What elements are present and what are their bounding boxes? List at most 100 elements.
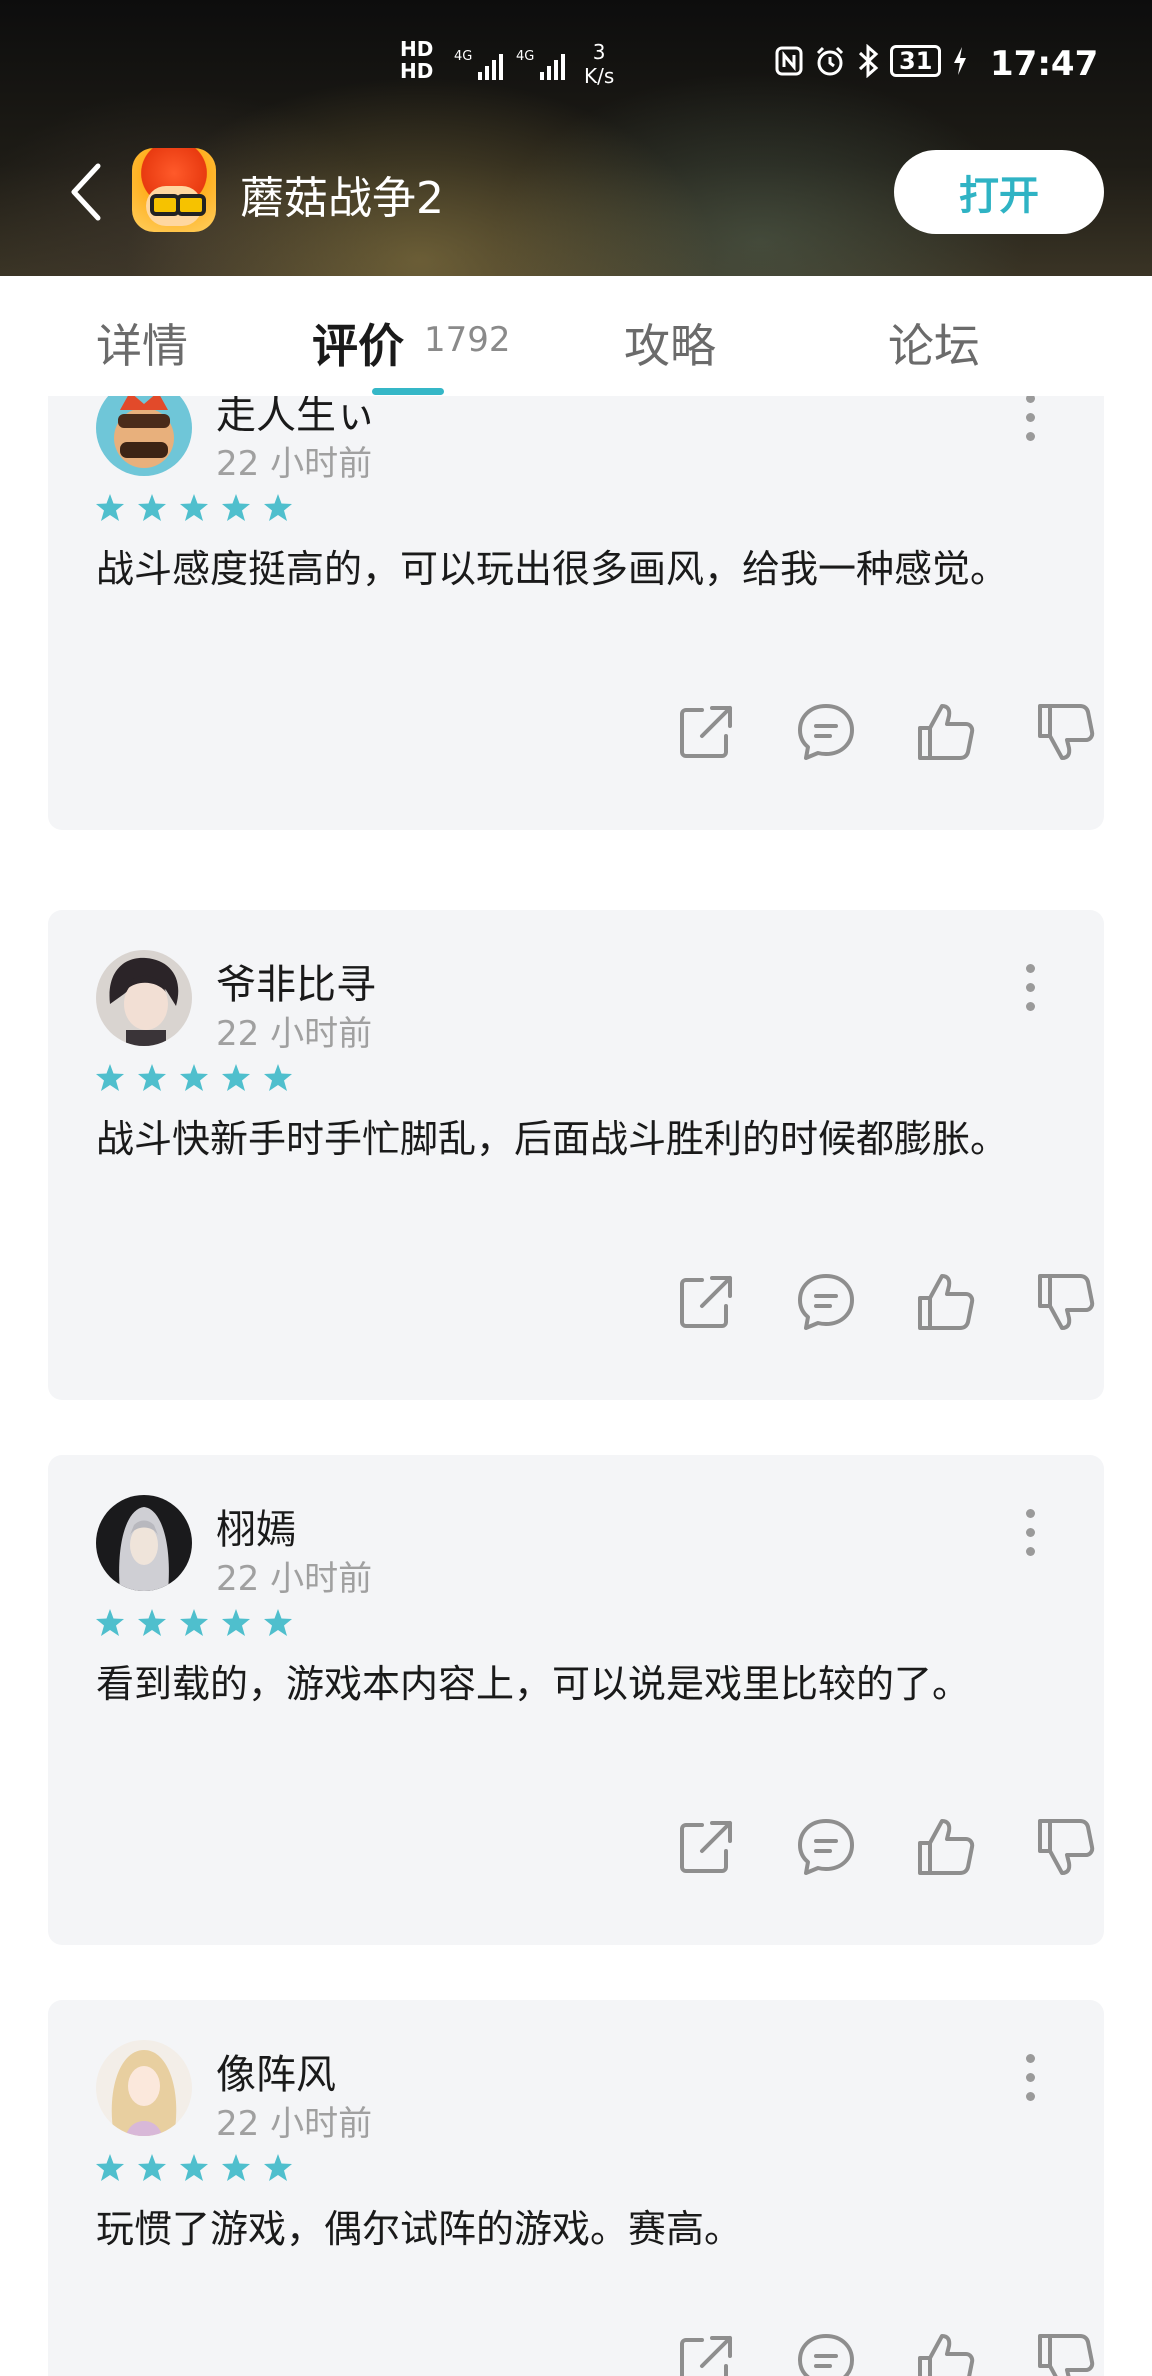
- hd-label-2: HD: [400, 59, 434, 83]
- review-time: 22 小时前: [216, 444, 373, 484]
- review-card: 爷非比寻 22 小时前 战斗快新手时手忙脚乱，后面战斗胜利的时候都膨胀。: [48, 910, 1104, 1400]
- more-vertical-icon[interactable]: [1020, 396, 1040, 454]
- network-hd-indicator: HD HD: [400, 38, 433, 82]
- more-vertical-icon[interactable]: [1020, 2054, 1040, 2114]
- thumbs-down-icon[interactable]: [1034, 1270, 1098, 1334]
- star-icon: [180, 1064, 208, 1091]
- app-icon: [132, 148, 216, 232]
- star-icon: [264, 1609, 292, 1636]
- hd-label-1: HD: [400, 37, 434, 61]
- speed-value: 3: [592, 40, 606, 64]
- star-rating: [96, 1609, 292, 1636]
- nfc-icon: [775, 46, 803, 76]
- star-icon: [138, 2154, 166, 2181]
- star-icon: [180, 494, 208, 521]
- comment-icon[interactable]: [794, 700, 858, 764]
- app-bar: 蘑菇战争2 打开: [0, 140, 1152, 240]
- review-count: 1792: [424, 320, 511, 360]
- thumbs-down-icon[interactable]: [1034, 2330, 1098, 2376]
- tab-details[interactable]: 详情: [96, 310, 188, 376]
- review-text: 看到载的，游戏本内容上，可以说是戏里比较的了。: [96, 1662, 971, 1706]
- review-card: 走人生ぃ 22 小时前 战斗感度挺高的，可以玩出很多画风，给我一种感觉。: [48, 396, 1104, 830]
- alarm-icon: [816, 46, 844, 76]
- star-icon: [222, 2154, 250, 2181]
- review-text: 战斗快新手时手忙脚乱，后面战斗胜利的时候都膨胀。: [96, 1117, 1009, 1161]
- review-time: 22 小时前: [216, 2104, 373, 2144]
- review-actions: [628, 700, 1098, 770]
- review-list[interactable]: 走人生ぃ 22 小时前 战斗感度挺高的，可以玩出很多画风，给我一种感觉。 爷非比…: [0, 396, 1152, 2376]
- share-icon[interactable]: [674, 1270, 738, 1334]
- status-icons: 31: [774, 44, 969, 78]
- star-icon: [180, 1609, 208, 1636]
- review-text: 战斗感度挺高的，可以玩出很多画风，给我一种感觉。: [96, 547, 1009, 591]
- speed-unit: K/s: [584, 64, 615, 88]
- app-header: HD HD 4G 4G 3 K/s 31 17:47 蘑菇战争2 打开: [0, 0, 1152, 276]
- review-actions: [628, 2330, 1098, 2376]
- comment-icon[interactable]: [794, 1815, 858, 1879]
- thumbs-up-icon[interactable]: [914, 1815, 978, 1879]
- star-rating: [96, 494, 292, 521]
- status-bar: HD HD 4G 4G 3 K/s 31 17:47: [0, 0, 1152, 130]
- star-icon: [180, 2154, 208, 2181]
- review-card: 像阵风 22 小时前 玩惯了游戏，偶尔试阵的游戏。赛高。: [48, 2000, 1104, 2376]
- star-icon: [138, 1064, 166, 1091]
- clock: 17:47: [990, 44, 1099, 84]
- avatar[interactable]: [96, 2040, 192, 2136]
- star-icon: [138, 494, 166, 521]
- more-vertical-icon[interactable]: [1020, 1509, 1040, 1569]
- username[interactable]: 像阵风: [216, 2042, 336, 2100]
- review-time: 22 小时前: [216, 1559, 373, 1599]
- signal-1-label: 4G: [454, 49, 472, 64]
- thumbs-down-icon[interactable]: [1034, 1815, 1098, 1879]
- thumbs-up-icon[interactable]: [914, 1270, 978, 1334]
- star-rating: [96, 2154, 292, 2181]
- avatar[interactable]: [96, 396, 192, 476]
- thumbs-down-icon[interactable]: [1034, 700, 1098, 764]
- signal-1-icon: 4G: [454, 46, 514, 86]
- thumbs-up-icon[interactable]: [914, 700, 978, 764]
- review-card: 栩嫣 22 小时前 看到载的，游戏本内容上，可以说是戏里比较的了。: [48, 1455, 1104, 1945]
- star-rating: [96, 1064, 292, 1091]
- star-icon: [96, 1064, 124, 1091]
- star-icon: [264, 2154, 292, 2181]
- star-icon: [96, 1609, 124, 1636]
- username[interactable]: 走人生ぃ: [216, 396, 376, 440]
- avatar[interactable]: [96, 1495, 192, 1591]
- active-tab-indicator: [372, 388, 444, 395]
- back-chevron-icon[interactable]: [66, 162, 106, 222]
- network-speed: 3 K/s: [584, 40, 614, 88]
- more-vertical-icon[interactable]: [1020, 964, 1040, 1024]
- review-time: 22 小时前: [216, 1014, 373, 1054]
- tab-guides[interactable]: 攻略: [624, 310, 716, 376]
- username[interactable]: 栩嫣: [216, 1497, 296, 1555]
- share-icon[interactable]: [674, 2330, 738, 2376]
- star-icon: [222, 494, 250, 521]
- review-actions: [628, 1815, 1098, 1885]
- share-icon[interactable]: [674, 1815, 738, 1879]
- star-icon: [138, 1609, 166, 1636]
- comment-icon[interactable]: [794, 2330, 858, 2376]
- star-icon: [264, 1064, 292, 1091]
- thumbs-up-icon[interactable]: [914, 2330, 978, 2376]
- open-button[interactable]: 打开: [894, 150, 1104, 234]
- review-actions: [628, 1270, 1098, 1340]
- signal-2-label: 4G: [516, 49, 534, 64]
- star-icon: [264, 494, 292, 521]
- star-icon: [222, 1064, 250, 1091]
- star-icon: [96, 2154, 124, 2181]
- username[interactable]: 爷非比寻: [216, 952, 376, 1010]
- battery-indicator: 31: [890, 45, 942, 77]
- star-icon: [96, 494, 124, 521]
- share-icon[interactable]: [674, 700, 738, 764]
- charging-icon: [954, 47, 967, 75]
- signal-2-icon: 4G: [516, 46, 576, 86]
- bluetooth-icon: [858, 44, 879, 78]
- avatar[interactable]: [96, 950, 192, 1046]
- star-icon: [222, 1609, 250, 1636]
- review-text: 玩惯了游戏，偶尔试阵的游戏。赛高。: [96, 2207, 743, 2251]
- tab-forum[interactable]: 论坛: [888, 310, 980, 376]
- tab-bar: 详情 评价 1792 攻略 论坛: [0, 276, 1152, 396]
- comment-icon[interactable]: [794, 1270, 858, 1334]
- tab-reviews[interactable]: 评价: [312, 310, 404, 376]
- app-title: 蘑菇战争2: [240, 173, 444, 224]
